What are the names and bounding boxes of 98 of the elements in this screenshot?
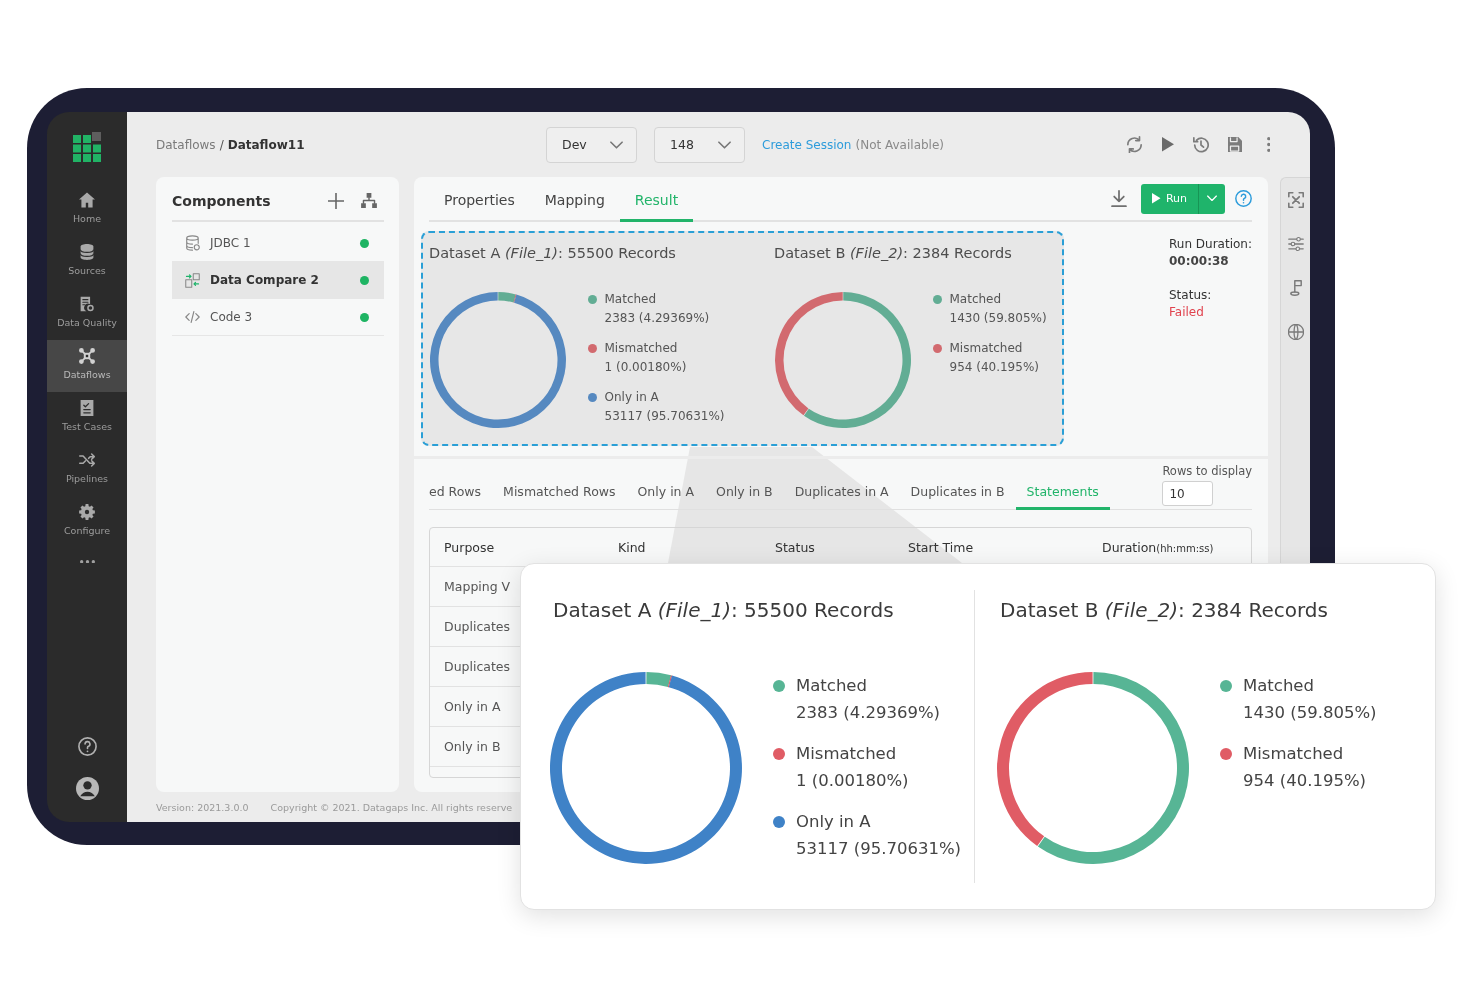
flag-icon[interactable] — [1289, 280, 1302, 296]
tab[interactable]: Properties — [429, 177, 530, 222]
table-cell-text: Duplicates — [444, 619, 512, 634]
legend-label: Mismatched — [1243, 743, 1345, 765]
rows-input[interactable]: 10 — [1162, 481, 1214, 506]
column-header: Start Time — [908, 539, 975, 555]
sliders-icon[interactable] — [1287, 236, 1304, 252]
legend-label: Matched — [949, 291, 1003, 308]
legend-label: Mismatched — [604, 340, 679, 357]
checklist-icon — [79, 400, 95, 416]
chart-title: Dataset A (File_1): 55500 Records — [553, 597, 895, 624]
help-icon[interactable] — [1235, 190, 1252, 207]
panel-title: Components — [172, 192, 271, 209]
home-icon — [79, 192, 95, 208]
column-header: Status — [775, 539, 816, 555]
user-avatar-icon[interactable] — [75, 777, 99, 800]
breadcrumb-link[interactable]: Dataflows — [156, 137, 216, 152]
legend-label: Mismatched — [949, 340, 1024, 357]
tab[interactable]: Mapping — [529, 177, 620, 222]
play-icon[interactable] — [1161, 137, 1174, 152]
legend-value: 954 (40.195%) — [1243, 770, 1367, 792]
more-vertical-icon[interactable] — [1266, 137, 1270, 152]
sidebar-item[interactable]: Configure — [47, 496, 127, 548]
info-label: Run Duration: — [1169, 236, 1252, 253]
legend-value: 53117 (95.70631%) — [796, 838, 962, 860]
sidebar-item[interactable]: Dataflows — [47, 340, 127, 392]
refresh-icon[interactable] — [1126, 135, 1142, 154]
sidebar-item[interactable]: Sources — [47, 236, 127, 288]
breadcrumb-separator: / — [219, 137, 224, 152]
chevron-down-icon — [610, 140, 623, 149]
plus-icon[interactable] — [328, 192, 344, 209]
save-icon[interactable] — [1227, 137, 1242, 152]
sidebar-item[interactable]: Data Quality — [47, 288, 127, 340]
globe-icon[interactable] — [1287, 324, 1304, 340]
more-icon[interactable] — [79, 560, 95, 564]
report-icon — [79, 296, 95, 312]
duration-value: 00:00:38 — [1169, 253, 1230, 270]
select-dropdown[interactable]: 148 — [654, 126, 745, 163]
database-icon — [79, 244, 95, 260]
chart-title: Dataset A (File_1): 55500 Records — [429, 244, 677, 263]
hierarchy-icon[interactable] — [361, 193, 377, 208]
status-value: Failed — [1169, 304, 1205, 321]
sidebar-item[interactable]: Home — [47, 184, 127, 236]
legend-value: 53117 (95.70631%) — [604, 408, 725, 425]
legend-label: Only in A — [604, 389, 660, 406]
view-tab[interactable]: Only in A — [626, 476, 706, 510]
legend-value: 1430 (59.805%) — [1243, 702, 1377, 724]
legend-label: Mismatched — [796, 743, 898, 765]
session-note: (Not Available) — [855, 137, 944, 152]
component-item[interactable]: Data Compare 2 — [172, 262, 384, 299]
history-icon[interactable] — [1193, 136, 1210, 153]
help-icon[interactable] — [77, 737, 97, 756]
view-tab[interactable]: Duplicates in A — [783, 476, 900, 510]
legend-value: 1 (0.00180%) — [604, 359, 687, 376]
caret-icon — [1207, 195, 1217, 202]
run-options-button[interactable] — [1198, 183, 1225, 214]
info-label: Status: — [1169, 287, 1213, 304]
view-tab[interactable]: ed Rows — [418, 476, 493, 510]
table-cell-text: Only in B — [444, 739, 502, 754]
sidebar-item[interactable]: Test Cases — [47, 392, 127, 444]
network-icon — [79, 348, 95, 364]
breadcrumb-current: Dataflow11 — [227, 137, 305, 152]
view-tab[interactable]: Mismatched Rows — [492, 476, 627, 510]
table-cell-text: Duplicates — [444, 659, 512, 674]
version-text: Version: 2021.3.0.0 — [156, 801, 249, 813]
select-dropdown[interactable]: Dev — [546, 126, 637, 163]
table-cell-text: Only in A — [444, 699, 502, 714]
legend-value: 954 (40.195%) — [949, 359, 1039, 376]
legend-label: Matched — [1243, 675, 1315, 697]
view-tab[interactable]: Only in B — [705, 476, 784, 510]
column-header: Kind — [618, 539, 647, 555]
shuffle-icon — [79, 452, 95, 468]
chevron-down-icon — [718, 140, 731, 149]
sidebar-item[interactable]: Pipelines — [47, 444, 127, 496]
rows-label: Rows to display — [1162, 464, 1252, 478]
gear-icon — [79, 504, 95, 520]
chart-title: Dataset B (File_2): 2384 Records — [774, 244, 1013, 263]
expand-icon[interactable] — [1287, 192, 1304, 208]
column-header: Duration(hh:mm:ss) — [1102, 539, 1215, 555]
legend-label: Matched — [796, 675, 868, 697]
play-icon — [1152, 193, 1161, 204]
legend-value: 2383 (4.29369%) — [796, 702, 941, 724]
view-tab[interactable]: Duplicates in B — [899, 476, 1016, 510]
chart-title: Dataset B (File_2): 2384 Records — [1000, 597, 1329, 624]
code-icon — [185, 311, 200, 323]
compare-icon — [185, 272, 200, 288]
download-icon[interactable] — [1110, 190, 1127, 207]
database-icon — [185, 235, 200, 251]
component-item[interactable]: Code 3 — [172, 299, 384, 336]
legend-label: Only in A — [796, 811, 872, 833]
column-header: Purpose — [444, 539, 496, 555]
legend-value: 2383 (4.29369%) — [604, 310, 710, 327]
table-cell-text: Mapping V — [444, 579, 512, 594]
legend-label: Matched — [604, 291, 658, 308]
legend-value: 1430 (59.805%) — [949, 310, 1047, 327]
copyright-text: Copyright © 2021. Datagaps Inc. All rights reserve — [270, 801, 513, 813]
grid-logo-icon[interactable] — [73, 132, 101, 162]
legend-value: 1 (0.00180%) — [796, 770, 909, 792]
